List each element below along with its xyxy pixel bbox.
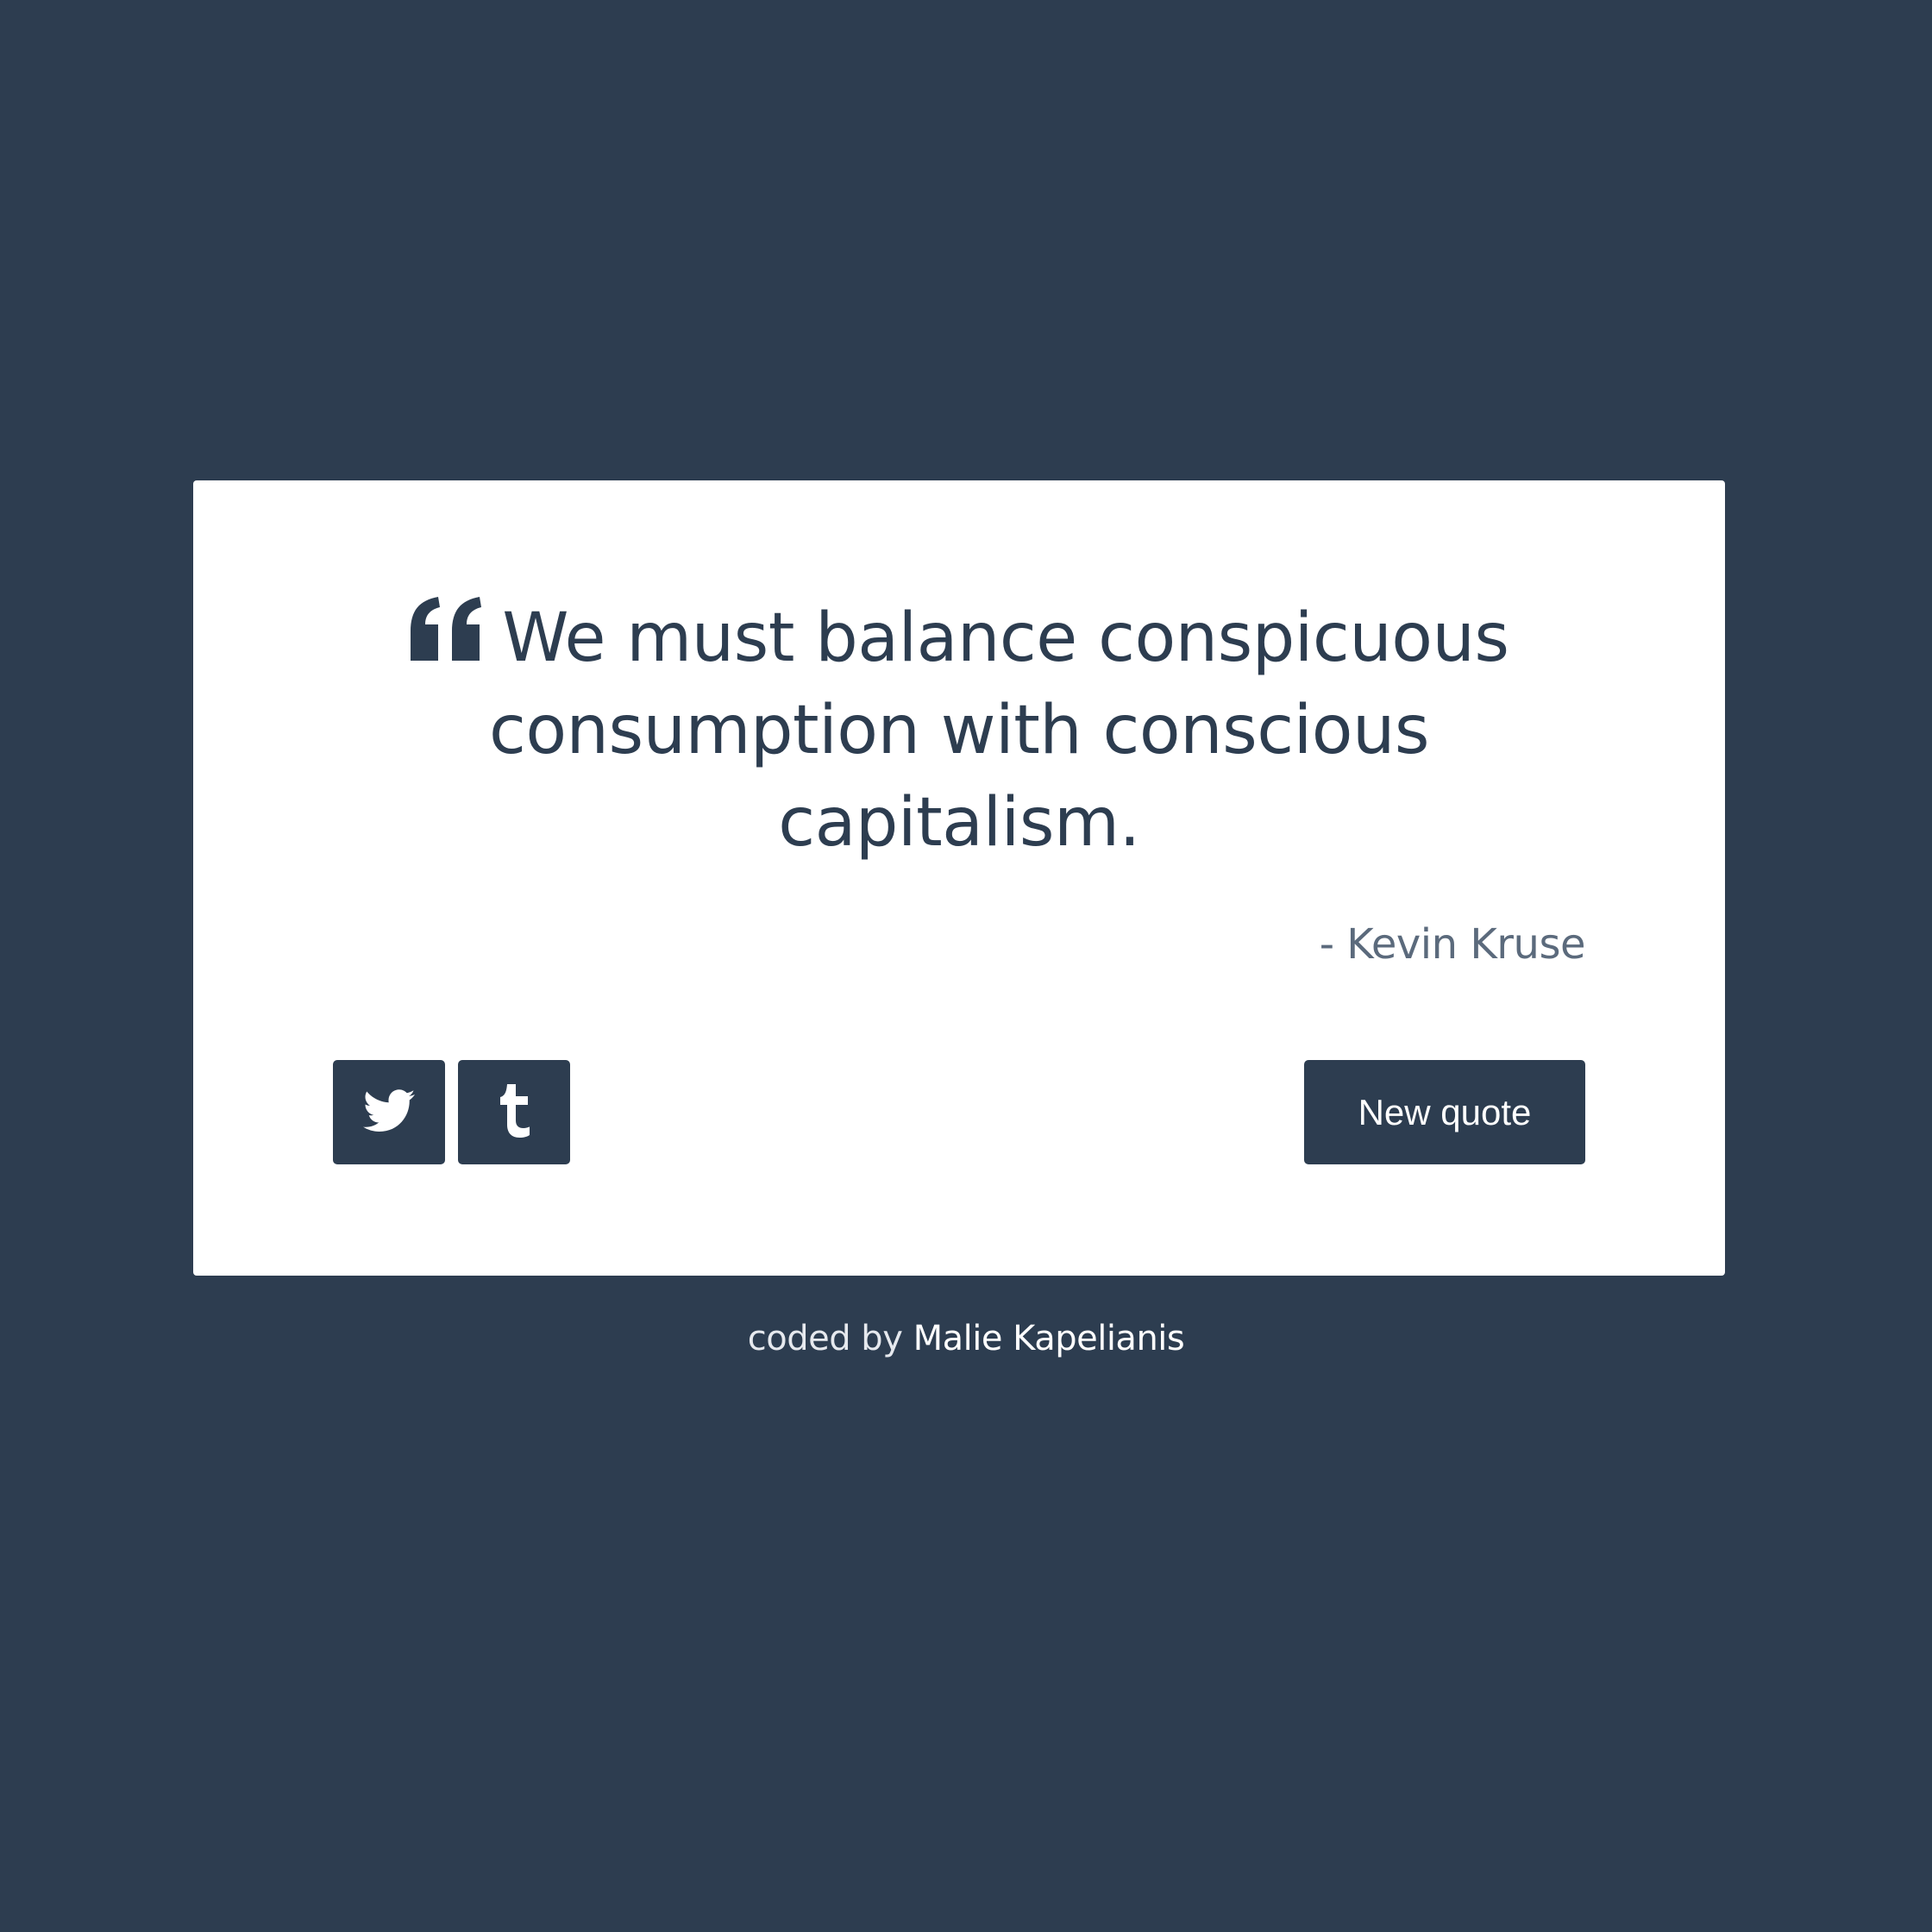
tumblr-icon	[497, 1083, 531, 1141]
tweet-quote-button[interactable]	[333, 1060, 445, 1164]
quote-author: - Kevin Kruse	[1319, 920, 1586, 969]
twitter-icon	[363, 1088, 415, 1136]
quote-left-icon	[409, 597, 483, 661]
quote-text: We must balance conspicuous consumption …	[488, 599, 1509, 862]
footer-author-link[interactable]: Malie Kapelianis	[913, 1319, 1185, 1358]
quote-text-block: We must balance conspicuous consumption …	[314, 593, 1604, 869]
new-quote-button[interactable]: New quote	[1304, 1060, 1585, 1164]
tumblr-quote-button[interactable]	[458, 1060, 570, 1164]
page-background: We must balance conspicuous consumption …	[0, 0, 1932, 1932]
footer-credit: coded by Malie Kapelianis	[0, 1316, 1932, 1361]
footer-prefix: coded by	[747, 1319, 903, 1358]
quote-box: We must balance conspicuous consumption …	[193, 480, 1725, 1276]
